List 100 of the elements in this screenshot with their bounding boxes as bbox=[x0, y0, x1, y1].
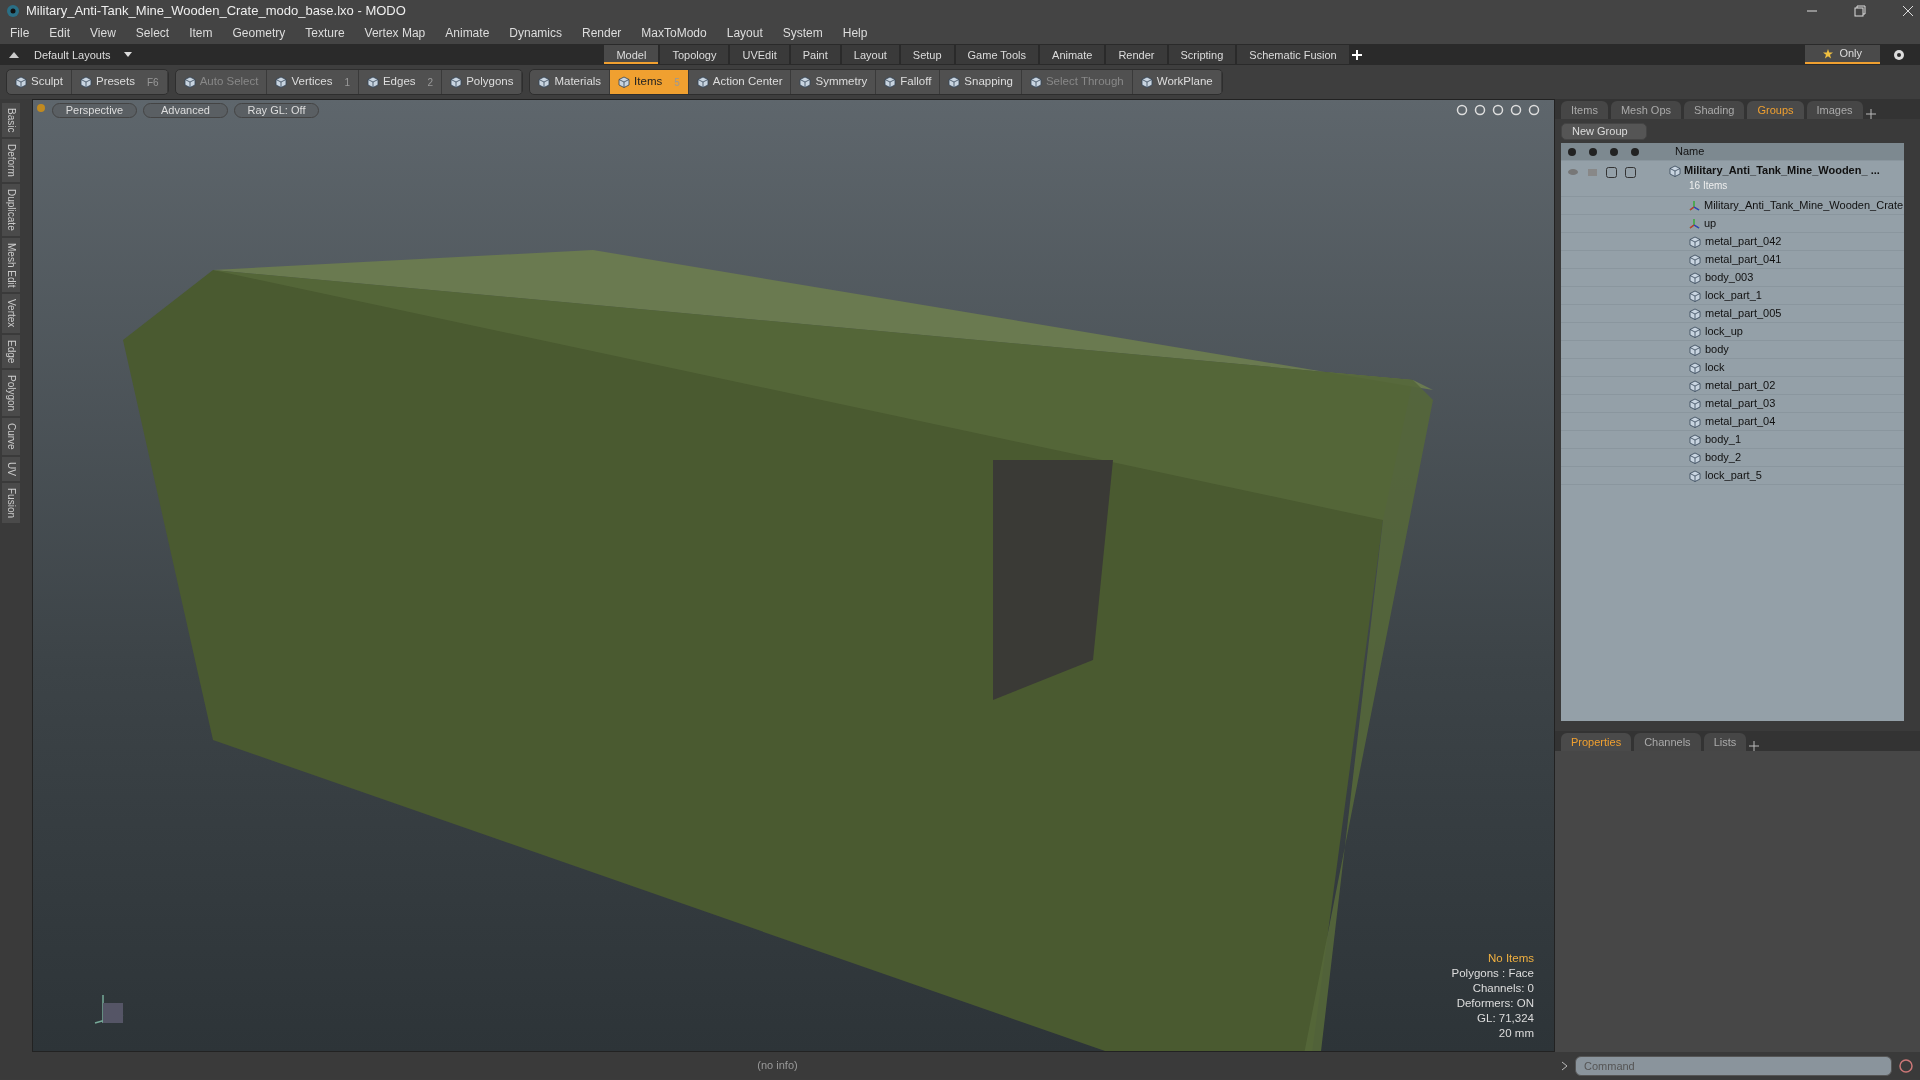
layout-dropdown[interactable]: Default Layouts bbox=[22, 45, 123, 64]
side-tab[interactable]: Vertex bbox=[2, 294, 20, 333]
star-icon bbox=[1823, 48, 1834, 59]
menu-item[interactable]: Texture bbox=[305, 24, 345, 42]
tree-item[interactable]: metal_part_03 bbox=[1705, 395, 1776, 412]
locator-icon bbox=[1689, 200, 1700, 211]
menu-item[interactable]: Render bbox=[582, 24, 622, 42]
layout-tab[interactable]: Setup bbox=[900, 45, 954, 64]
menu-item[interactable]: Animate bbox=[445, 24, 490, 42]
group-name[interactable]: Military_Anti_Tank_Mine_Wooden_ ... bbox=[1684, 163, 1880, 178]
menu-item[interactable]: Edit bbox=[49, 24, 71, 42]
only-button[interactable]: Only bbox=[1805, 45, 1880, 64]
viewport-button[interactable]: Ray GL: Off bbox=[234, 103, 319, 118]
status-dot-icon bbox=[36, 103, 46, 113]
command-field[interactable]: Command bbox=[1575, 1055, 1892, 1076]
side-tab[interactable]: Duplicate bbox=[2, 184, 20, 236]
toolbar-button[interactable]: Presets F6 bbox=[71, 70, 168, 94]
tree-item[interactable]: up bbox=[1704, 215, 1717, 232]
add-icon bbox=[1749, 741, 1760, 751]
panel-tab[interactable]: Groups bbox=[1747, 100, 1804, 119]
menu-item[interactable]: Select bbox=[135, 24, 170, 42]
prompt-icon bbox=[1561, 1060, 1569, 1071]
info-text: No Items bbox=[1487, 951, 1534, 966]
panel-tab[interactable]: Channels bbox=[1634, 732, 1701, 751]
menu-item[interactable]: Item bbox=[189, 24, 213, 42]
panel-tab[interactable]: Items bbox=[1561, 100, 1608, 119]
tree-item[interactable]: body_1 bbox=[1705, 431, 1742, 448]
panel-tab[interactable]: Properties bbox=[1561, 732, 1632, 751]
toolbar-button[interactable]: Action Center bbox=[688, 70, 792, 94]
layout-tab[interactable]: Scripting bbox=[1168, 45, 1236, 64]
layout-tab[interactable]: UVEdit bbox=[730, 45, 789, 64]
toolbar-button[interactable]: Falloff bbox=[876, 70, 941, 94]
tree-item[interactable]: metal_part_04 bbox=[1705, 413, 1776, 430]
viewport[interactable]: Perspective Advanced Ray GL: Off No Items Polygons : Face Channels: 0 Deformers: ON GL: 71,324 20 mm bbox=[32, 99, 1555, 1052]
side-tab[interactable]: Polygon bbox=[2, 370, 20, 417]
menu-item[interactable]: View bbox=[90, 24, 116, 42]
checkbox-icon bbox=[1606, 167, 1617, 178]
side-tab[interactable]: Mesh Edit bbox=[2, 237, 20, 293]
tree-item[interactable]: body_2 bbox=[1705, 449, 1742, 466]
tree-item[interactable]: lock_up bbox=[1705, 323, 1743, 340]
side-tab[interactable]: Curve bbox=[2, 418, 20, 455]
side-tab[interactable]: UV bbox=[2, 456, 20, 481]
layout-tab[interactable]: Model bbox=[604, 45, 659, 64]
info-text: Polygons : Face bbox=[1451, 966, 1534, 981]
toolbar-button[interactable]: WorkPlane bbox=[1132, 70, 1222, 94]
viewport-button[interactable]: Advanced bbox=[143, 103, 228, 118]
panel-tab[interactable]: Lists bbox=[1703, 732, 1747, 751]
info-text: 20 mm bbox=[1497, 1026, 1534, 1041]
add-icon bbox=[1865, 109, 1876, 119]
menu-item[interactable]: Layout bbox=[726, 24, 763, 42]
tree-item[interactable]: lock bbox=[1705, 359, 1725, 376]
caret-icon bbox=[124, 52, 133, 57]
layout-tab[interactable]: Layout bbox=[841, 45, 899, 64]
toolbar-button[interactable]: Edges 2 bbox=[358, 70, 443, 94]
side-tab[interactable]: Fusion bbox=[2, 482, 20, 523]
menu-item[interactable]: Dynamics bbox=[509, 24, 562, 42]
panel-tab[interactable]: Shading bbox=[1684, 100, 1745, 119]
toolbar-button[interactable]: Snapping bbox=[940, 70, 1022, 94]
panel-tab[interactable]: Images bbox=[1806, 100, 1863, 119]
tree-item[interactable]: lock_part_5 bbox=[1705, 467, 1762, 484]
item-count: 16 Items bbox=[1689, 179, 1729, 193]
layout-tab[interactable]: Render bbox=[1106, 45, 1167, 64]
tree-item[interactable]: metal_part_005 bbox=[1705, 305, 1782, 322]
layout-tab[interactable]: Schematic Fusion bbox=[1237, 45, 1349, 64]
side-tab[interactable]: Deform bbox=[2, 139, 20, 183]
close-icon bbox=[1902, 5, 1914, 17]
side-tab[interactable]: Edge bbox=[2, 334, 20, 369]
panel-tab[interactable]: Mesh Ops bbox=[1610, 100, 1682, 119]
toolbar-button[interactable]: Sculpt bbox=[7, 70, 72, 94]
toolbar-button[interactable]: Symmetry bbox=[791, 70, 877, 94]
restore-icon bbox=[1854, 5, 1866, 17]
toolbar-button[interactable]: Vertices 1 bbox=[267, 70, 359, 94]
layout-tab[interactable]: Paint bbox=[790, 45, 840, 64]
menu-item[interactable]: MaxToModo bbox=[641, 24, 707, 42]
viewport-button[interactable]: Perspective bbox=[52, 103, 137, 118]
record-icon bbox=[1898, 1057, 1914, 1074]
app-logo-icon bbox=[6, 4, 20, 18]
menu-item[interactable]: Help bbox=[842, 24, 868, 42]
tree-item[interactable]: metal_part_042 bbox=[1705, 233, 1782, 250]
toolbar-button[interactable]: Items 5 bbox=[610, 70, 689, 94]
menu-item[interactable]: Geometry bbox=[232, 24, 286, 42]
menu-item[interactable]: File bbox=[10, 24, 30, 42]
tree-item[interactable]: metal_part_041 bbox=[1705, 251, 1782, 268]
window-title: Military_Anti-Tank_Mine_Wooden_Crate_modo_base.lxo - MODO bbox=[26, 2, 407, 21]
menu-item[interactable]: Vertex Map bbox=[364, 24, 426, 42]
layout-tab[interactable]: Game Tools bbox=[955, 45, 1039, 64]
side-tab[interactable]: Basic bbox=[2, 103, 20, 138]
tree-item[interactable]: body_003 bbox=[1705, 269, 1754, 286]
tree-item[interactable]: Military_Anti_Tank_Mine_Wooden_Crate bbox=[1704, 197, 1904, 214]
tree-item[interactable]: metal_part_02 bbox=[1705, 377, 1776, 394]
checkbox-icon bbox=[1625, 167, 1636, 178]
new-group-button[interactable]: New Group bbox=[1561, 123, 1647, 140]
tree-item[interactable]: lock_part_1 bbox=[1705, 287, 1762, 304]
layout-tab[interactable]: Topology bbox=[660, 45, 729, 64]
toolbar-button[interactable]: Polygons bbox=[442, 70, 523, 94]
tree-item[interactable]: body bbox=[1705, 341, 1729, 358]
status-text: (no info) bbox=[757, 1058, 798, 1074]
info-text: Deformers: ON bbox=[1455, 996, 1534, 1011]
menu-item[interactable]: System bbox=[782, 24, 823, 42]
layout-tab[interactable]: Animate bbox=[1040, 45, 1105, 64]
